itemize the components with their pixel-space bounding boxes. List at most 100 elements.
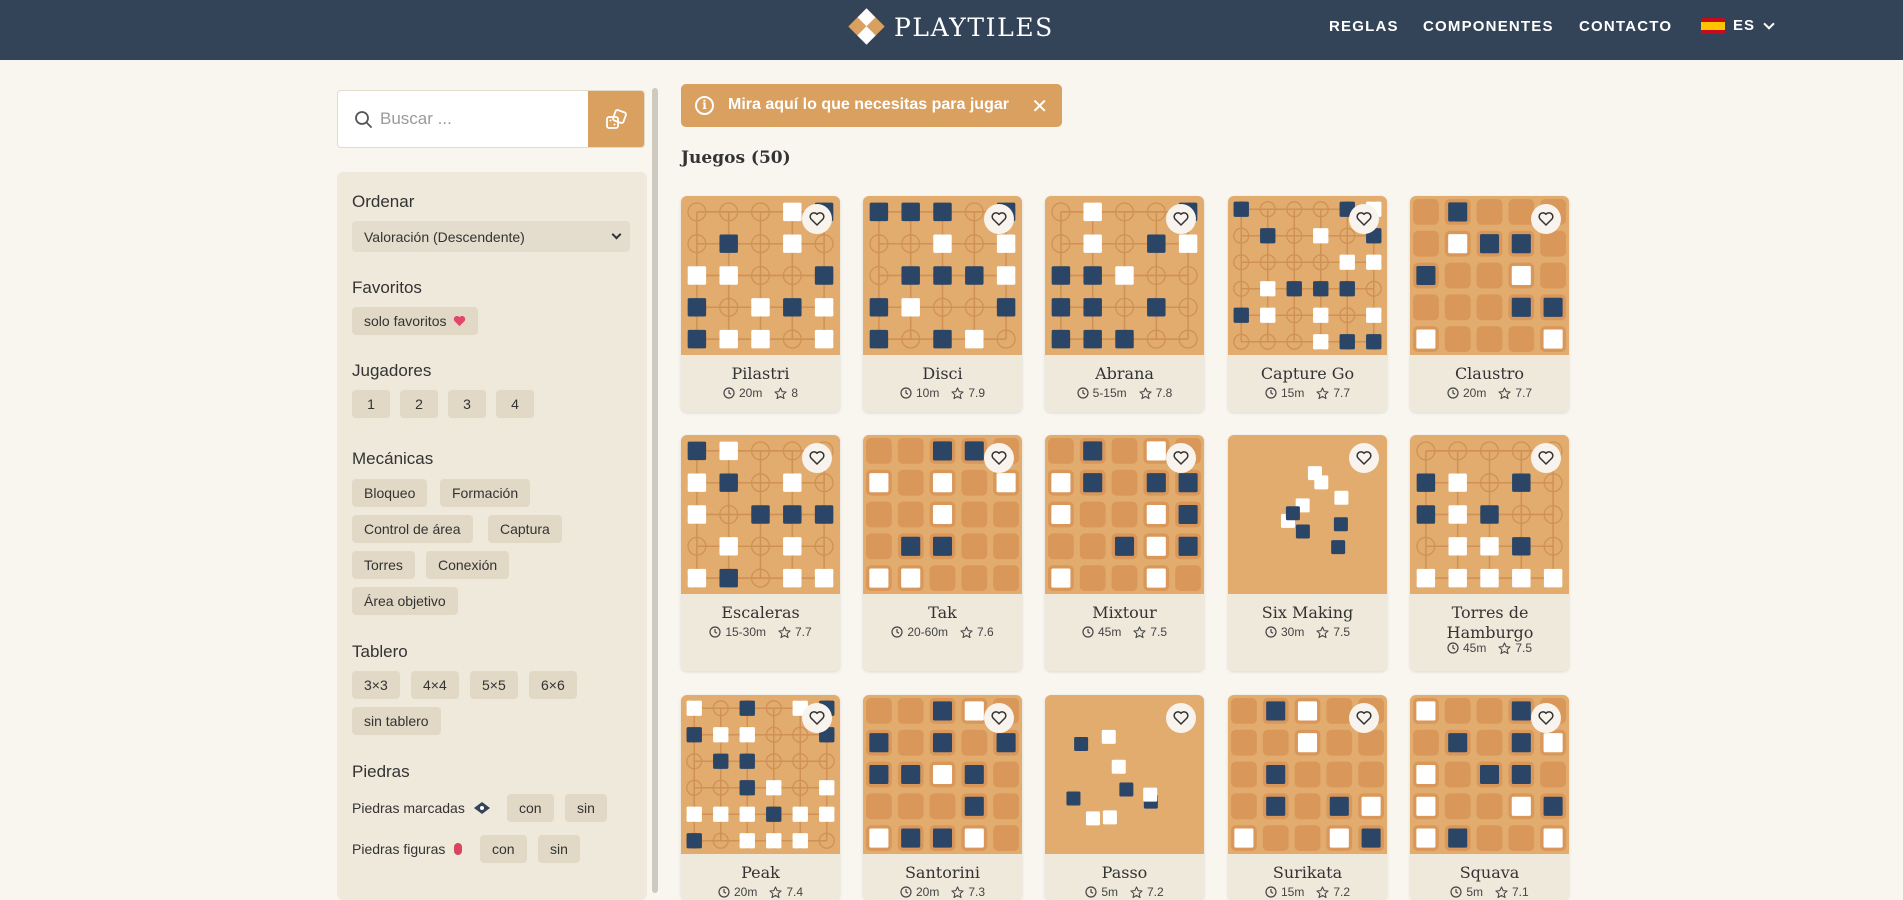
marked-stones-con-chip[interactable]: con — [507, 794, 554, 822]
game-card[interactable]: Tak 20-60m 7.6 — [863, 435, 1022, 671]
heart-icon — [1173, 711, 1189, 725]
game-card[interactable]: Santorini 20m 7.3 — [863, 695, 1022, 900]
game-card[interactable]: Surikata 15m 7.2 — [1228, 695, 1387, 900]
favorite-button[interactable] — [802, 703, 832, 733]
info-notice[interactable]: i Mira aquí lo que necesitas para jugar … — [681, 84, 1062, 127]
favorite-button[interactable] — [1166, 703, 1196, 733]
game-card[interactable]: Abrana 5-15m 7.8 — [1045, 196, 1204, 412]
game-name[interactable]: Santorini — [863, 863, 1022, 883]
figure-stones-text: Piedras figuras — [352, 841, 446, 857]
game-rating: 7.8 — [1155, 386, 1173, 400]
language-selector[interactable]: ES — [1701, 17, 1775, 34]
favorite-button[interactable] — [1166, 204, 1196, 234]
game-card[interactable]: Peak 20m 7.4 — [681, 695, 840, 900]
players-title: Jugadores — [352, 361, 432, 380]
favorite-button[interactable] — [1166, 443, 1196, 473]
board-chip-3x3[interactable]: 3×3 — [352, 671, 400, 699]
clock-icon — [1265, 387, 1277, 399]
favorite-button[interactable] — [802, 204, 832, 234]
game-name[interactable]: Surikata — [1228, 863, 1387, 883]
game-name[interactable]: Claustro — [1410, 364, 1569, 384]
search-input[interactable] — [380, 91, 580, 147]
marked-stones-sin-chip[interactable]: sin — [565, 794, 607, 822]
brand-name: PLAYTILES — [894, 12, 1054, 42]
favorites-only-chip[interactable]: solo favoritos — [352, 307, 479, 335]
players-chip-1[interactable]: 1 — [352, 390, 390, 418]
game-name[interactable]: Disci — [863, 364, 1022, 384]
mechanics-chip-control-de-area[interactable]: Control de área — [352, 515, 473, 543]
game-meta: 20m 7.4 — [681, 885, 840, 899]
favorite-button[interactable] — [984, 204, 1014, 234]
heart-icon — [809, 212, 825, 226]
game-card[interactable]: Claustro 20m 7.7 — [1410, 196, 1569, 412]
mechanics-chip-torres[interactable]: Torres — [352, 551, 415, 579]
game-card[interactable]: Disci 10m 7.9 — [863, 196, 1022, 412]
mechanics-chip-area-objetivo[interactable]: Área objetivo — [352, 587, 458, 615]
board-chip-4x4[interactable]: 4×4 — [411, 671, 459, 699]
players-chip-2[interactable]: 2 — [400, 390, 438, 418]
game-name[interactable]: Peak — [681, 863, 840, 883]
figure-stones-con-chip[interactable]: con — [480, 835, 527, 863]
mechanics-chip-conexion[interactable]: Conexión — [426, 551, 510, 579]
marked-stones-text: Piedras marcadas — [352, 800, 465, 816]
filter-scrollbar[interactable] — [652, 88, 658, 893]
game-card[interactable]: Torres de Hamburgo 45m 7.5 — [1410, 435, 1569, 671]
game-name[interactable]: Squava — [1410, 863, 1569, 883]
sort-select[interactable]: Valoración (Descendente) — [352, 221, 630, 252]
nav-link-componentes[interactable]: COMPONENTES — [1423, 18, 1554, 35]
heart-icon — [454, 315, 466, 327]
favorite-button[interactable] — [802, 443, 832, 473]
star-icon — [951, 386, 964, 399]
game-name[interactable]: Escaleras — [681, 603, 840, 623]
game-name[interactable]: Capture Go — [1228, 364, 1387, 384]
favorite-button[interactable] — [1531, 204, 1561, 234]
game-name[interactable]: Mixtour — [1045, 603, 1204, 623]
heart-icon — [1356, 451, 1372, 465]
clock-icon — [891, 626, 903, 638]
players-chip-3[interactable]: 3 — [448, 390, 486, 418]
favorite-button[interactable] — [1531, 443, 1561, 473]
game-rating: 7.7 — [1515, 386, 1533, 400]
game-name[interactable]: Pilastri — [681, 364, 840, 384]
game-card[interactable]: Six Making 30m 7.5 — [1228, 435, 1387, 671]
star-icon — [1316, 625, 1329, 638]
close-icon[interactable]: ✕ — [1031, 94, 1048, 119]
game-meta: 15-30m 7.7 — [681, 625, 840, 639]
favorite-button[interactable] — [1531, 703, 1561, 733]
players-chip-4[interactable]: 4 — [496, 390, 534, 418]
favorite-button[interactable] — [984, 443, 1014, 473]
game-card[interactable]: Escaleras 15-30m 7.7 — [681, 435, 840, 671]
game-name[interactable]: Abrana — [1045, 364, 1204, 384]
game-name[interactable]: Six Making — [1228, 603, 1387, 623]
favorite-button[interactable] — [1349, 204, 1379, 234]
game-name[interactable]: Torres de Hamburgo — [1440, 603, 1540, 643]
game-rating: 7.6 — [977, 625, 994, 639]
game-rating: 7.5 — [1150, 625, 1168, 639]
random-game-button[interactable] — [588, 91, 644, 147]
game-name[interactable]: Passo — [1045, 863, 1204, 883]
mechanics-chip-formacion[interactable]: Formación — [440, 479, 531, 507]
game-card[interactable]: Capture Go 15m 7.7 — [1228, 196, 1387, 412]
game-meta: 45m 7.5 — [1410, 641, 1569, 655]
game-rating: 7.2 — [1333, 885, 1351, 899]
game-card[interactable]: Squava 5m 7.1 — [1410, 695, 1569, 900]
game-card[interactable]: Pilastri 20m 8 — [681, 196, 840, 412]
nav-link-reglas[interactable]: REGLAS — [1329, 18, 1399, 35]
game-card[interactable]: Mixtour 45m 7.5 — [1045, 435, 1204, 671]
figure-stones-sin-chip[interactable]: sin — [538, 835, 580, 863]
favorite-button[interactable] — [1349, 443, 1379, 473]
sort-title: Ordenar — [352, 192, 415, 211]
mechanics-chip-bloqueo[interactable]: Bloqueo — [352, 479, 428, 507]
heart-icon — [991, 212, 1007, 226]
board-chip-5x5[interactable]: 5×5 — [470, 671, 518, 699]
game-name[interactable]: Tak — [863, 603, 1022, 623]
clock-icon — [1447, 387, 1459, 399]
brand-logo[interactable]: PLAYTILES — [848, 8, 1054, 45]
favorite-button[interactable] — [1349, 703, 1379, 733]
game-card[interactable]: Passo 5m 7.2 — [1045, 695, 1204, 900]
nav-link-contacto[interactable]: CONTACTO — [1579, 18, 1672, 35]
favorite-button[interactable] — [984, 703, 1014, 733]
board-chip-sin-tablero[interactable]: sin tablero — [352, 707, 441, 735]
mechanics-chip-captura[interactable]: Captura — [488, 515, 562, 543]
board-chip-6x6[interactable]: 6×6 — [529, 671, 577, 699]
